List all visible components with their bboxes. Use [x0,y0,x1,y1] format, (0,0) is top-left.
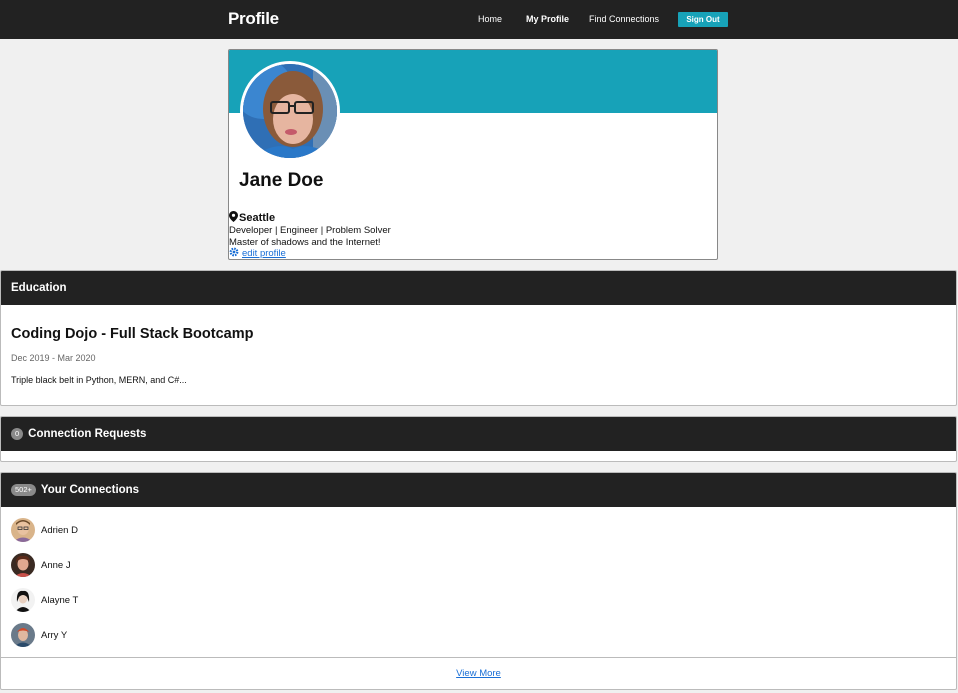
edit-profile-label: edit profile [242,248,286,259]
nav-my-profile-link[interactable]: My Profile [526,14,569,24]
your-connections-header[interactable]: 502+ Your Connections [1,473,956,507]
connection-name: Alayne T [41,594,79,606]
edit-profile-link[interactable]: edit profile [229,247,286,259]
location-text: Seattle [239,212,276,224]
map-pin-icon [229,211,238,225]
profile-card: Jane Doe Seattle Developer | Engineer | … [228,49,718,260]
gear-icon [229,247,239,259]
connection-name: Anne J [41,559,71,571]
profile-avatar [240,61,340,161]
connection-item[interactable]: Alayne T [11,588,78,612]
education-description: Triple black belt in Python, MERN, and C… [11,375,187,385]
connection-requests-panel: 0 Connection Requests [0,416,957,462]
your-connections-title: Your Connections [40,484,140,496]
brand-title: Profile [228,9,279,28]
avatar [11,623,35,647]
education-panel: Education Coding Dojo - Full Stack Bootc… [0,270,957,406]
connection-item[interactable]: Arry Y [11,623,67,647]
connection-requests-header[interactable]: 0 Connection Requests [1,417,956,451]
avatar [11,518,35,542]
profile-tagline: Developer | Engineer | Problem Solver [229,225,391,236]
education-school: Coding Dojo - Full Stack Bootcamp [11,326,254,342]
connection-name: Arry Y [41,629,68,641]
nav-home-link[interactable]: Home [478,14,502,24]
connections-count-badge: 502+ [11,484,36,496]
nav-find-connections-link[interactable]: Find Connections [589,14,659,24]
view-more-link[interactable]: View More [0,668,957,679]
avatar [11,553,35,577]
connection-name: Adrien D [41,524,78,536]
education-header-title: Education [11,282,67,294]
connection-requests-title: Connection Requests [28,428,147,440]
view-more-divider [0,657,957,658]
navbar: Profile Home My Profile Find Connections… [0,0,958,39]
avatar [11,588,35,612]
profile-name: Jane Doe [239,170,324,191]
profile-location: Seattle [229,211,275,225]
education-header: Education [1,271,956,305]
requests-count-badge: 0 [11,428,24,440]
connection-item[interactable]: Anne J [11,553,71,577]
sign-out-button[interactable]: Sign Out [678,12,728,27]
connection-item[interactable]: Adrien D [11,518,78,542]
education-dates: Dec 2019 - Mar 2020 [11,353,96,363]
